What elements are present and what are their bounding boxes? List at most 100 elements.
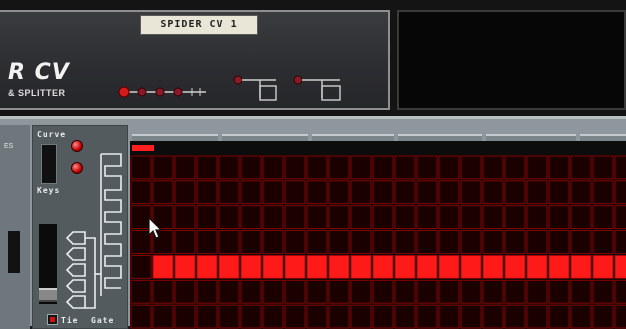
step-cell[interactable] [504,230,526,254]
step-cell[interactable] [218,180,240,205]
step-cell[interactable] [284,180,306,205]
step-cell[interactable] [350,230,372,254]
step-cell[interactable] [548,279,570,304]
active-step-cell[interactable] [350,255,372,279]
step-cell[interactable] [306,304,328,329]
step-cell[interactable] [416,180,438,205]
step-group-tab[interactable] [580,134,626,141]
step-cell[interactable] [328,230,350,254]
step-cell[interactable] [262,304,284,329]
step-cell[interactable] [394,279,416,304]
step-cell[interactable] [306,205,328,229]
step-cell[interactable] [570,304,592,329]
step-cell[interactable] [372,180,394,205]
step-cell[interactable] [526,279,548,304]
active-step-cell[interactable] [328,255,350,279]
step-cell[interactable] [394,205,416,229]
step-cell[interactable] [196,180,218,205]
step-cell[interactable] [372,230,394,254]
step-cell[interactable] [614,155,626,180]
step-cell[interactable] [614,230,626,254]
step-cell[interactable] [438,155,460,180]
step-cell[interactable] [592,304,614,329]
step-cell[interactable] [328,304,350,329]
step-cell[interactable] [174,230,196,254]
active-step-cell[interactable] [438,255,460,279]
step-cell[interactable] [328,279,350,304]
step-cell[interactable] [482,279,504,304]
step-cell[interactable] [174,304,196,329]
step-cell[interactable] [350,279,372,304]
step-cell[interactable] [328,205,350,229]
step-cell[interactable] [570,279,592,304]
step-cell[interactable] [482,180,504,205]
step-cell[interactable] [460,279,482,304]
step-cell[interactable] [240,155,262,180]
step-cell[interactable] [570,180,592,205]
step-cell[interactable] [614,279,626,304]
active-step-cell[interactable] [372,255,394,279]
step-cell[interactable] [438,205,460,229]
step-cell[interactable] [460,230,482,254]
step-cell[interactable] [504,180,526,205]
step-cell[interactable] [284,155,306,180]
step-cell[interactable] [416,304,438,329]
active-step-cell[interactable] [306,255,328,279]
tie-button[interactable] [47,314,58,325]
step-cell[interactable] [482,304,504,329]
step-cell[interactable] [592,230,614,254]
step-cell[interactable] [460,205,482,229]
step-cell[interactable] [152,279,174,304]
step-cell[interactable] [460,180,482,205]
gate-fader-handle[interactable] [39,288,57,302]
step-group-tab[interactable] [398,134,482,141]
step-cell[interactable] [130,180,152,205]
step-cell[interactable] [482,155,504,180]
step-cell[interactable] [218,304,240,329]
step-cell[interactable] [438,180,460,205]
active-step-cell[interactable] [240,255,262,279]
step-cell[interactable] [218,155,240,180]
step-cell[interactable] [130,304,152,329]
step-cell[interactable] [130,279,152,304]
step-cell[interactable] [548,180,570,205]
step-cell[interactable] [262,205,284,229]
step-cell[interactable] [284,279,306,304]
step-cell[interactable] [262,279,284,304]
active-step-cell[interactable] [570,255,592,279]
step-cell[interactable] [460,155,482,180]
step-cell[interactable] [416,155,438,180]
step-cell[interactable] [240,304,262,329]
step-cell[interactable] [526,155,548,180]
device-label-strip[interactable]: SPIDER CV 1 [140,15,258,35]
step-cell[interactable] [614,304,626,329]
step-cell[interactable] [482,205,504,229]
step-cell[interactable] [394,304,416,329]
step-cell[interactable] [196,279,218,304]
step-cell[interactable] [394,180,416,205]
active-step-cell[interactable] [504,255,526,279]
step-cell[interactable] [218,230,240,254]
step-cell[interactable] [394,155,416,180]
curve-keys-switch[interactable] [41,144,57,184]
active-step-cell[interactable] [548,255,570,279]
step-cell[interactable] [240,230,262,254]
step-cell[interactable] [262,230,284,254]
step-cell[interactable] [592,180,614,205]
step-cell[interactable] [614,180,626,205]
active-step-cell[interactable] [416,255,438,279]
step-group-tab[interactable] [132,134,218,141]
step-cell[interactable] [416,205,438,229]
step-cell[interactable] [262,180,284,205]
step-cell[interactable] [196,304,218,329]
step-cell[interactable] [372,279,394,304]
step-cell[interactable] [350,155,372,180]
step-cell[interactable] [416,279,438,304]
step-cell[interactable] [372,304,394,329]
step-cell[interactable] [284,230,306,254]
active-step-cell[interactable] [218,255,240,279]
step-cell[interactable] [570,155,592,180]
step-cell[interactable] [196,230,218,254]
step-cell[interactable] [284,205,306,229]
step-cell[interactable] [394,230,416,254]
